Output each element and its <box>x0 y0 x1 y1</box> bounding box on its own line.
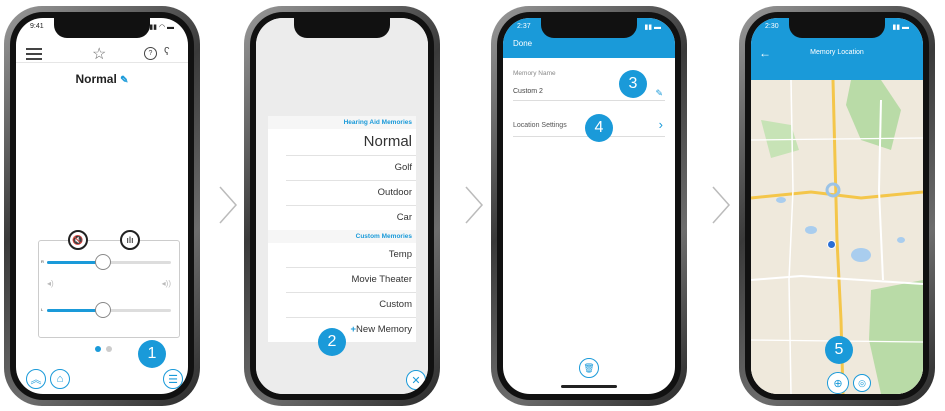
map-view[interactable]: 5 ⊕ ◎ <box>751 80 923 394</box>
status-time: 2:37 <box>517 23 531 30</box>
memory-title[interactable]: Normal ✎ <box>16 72 188 86</box>
crosshair-icon: ◎ <box>858 377 866 388</box>
notch <box>294 18 390 38</box>
status-time: 9:41 <box>30 23 44 30</box>
status-time: 2:30 <box>765 23 779 30</box>
slider-right[interactable] <box>47 254 171 270</box>
next-arrow <box>465 186 484 224</box>
page-dot-active[interactable] <box>95 346 101 352</box>
add-location-pin-button[interactable]: ⊕ <box>827 372 849 394</box>
memory-name-input[interactable]: Custom 2 <box>513 88 543 95</box>
next-arrow <box>219 186 238 224</box>
location-settings-row[interactable]: Location Settings <box>513 122 567 129</box>
menu-icon[interactable] <box>26 48 42 60</box>
memory-item-temp[interactable]: Temp <box>286 243 416 268</box>
step-badge-4: 4 <box>585 114 613 142</box>
page-dot[interactable] <box>106 346 112 352</box>
section-header-hearing: Hearing Aid Memories <box>268 116 416 129</box>
recenter-button[interactable]: ◎ <box>853 374 871 392</box>
new-memory-label: New Memory <box>356 324 412 335</box>
double-chevron-up-icon: ︽ <box>30 374 42 386</box>
memory-item-car[interactable]: Car <box>286 206 416 230</box>
trash-icon: 🗑 <box>583 362 595 373</box>
phone-frame-1: 9:41 ▮▮ ◠ ▬ ☆ ? ʕ Normal ✎ 🔇 ılı R ◂) ◂)… <box>4 6 200 406</box>
memory-title-text: Normal <box>75 72 117 86</box>
home-icon: ⌂ <box>56 373 64 385</box>
screen-main-program: 9:41 ▮▮ ◠ ▬ ☆ ? ʕ Normal ✎ 🔇 ılı R ◂) ◂)… <box>16 18 188 394</box>
brand-logo-icon: ☆ <box>92 46 107 63</box>
done-button[interactable]: Done <box>513 39 532 48</box>
status-icons: ▮▮ ▬ <box>644 24 661 31</box>
step-badge-5: 5 <box>825 336 853 364</box>
status-icons: ▮▮ ▬ <box>892 24 909 31</box>
phone-frame-3: 2:37 ▮▮ ▬ Done Memory Name Custom 2 ✎ 3 … <box>491 6 687 406</box>
home-indicator <box>561 385 617 388</box>
volume-low-icon: ◂) <box>47 279 54 288</box>
noise-reduction-icon[interactable]: ılı <box>120 230 140 250</box>
divider <box>513 100 665 101</box>
phone-bezel: 2:30 ▮▮ ▬ ← Memory Location 5 ⊕ ◎ <box>745 12 929 400</box>
memory-item-custom[interactable]: Custom <box>286 293 416 318</box>
slider-l-label: L <box>41 307 44 312</box>
phone-bezel: Hearing Aid Memories Normal Golf Outdoor… <box>250 12 434 400</box>
slider-left-knob[interactable] <box>94 302 111 318</box>
help-icon[interactable]: ? <box>144 47 157 60</box>
notch <box>54 18 150 38</box>
memory-item-golf[interactable]: Golf <box>286 156 416 181</box>
edit-pencil-icon[interactable]: ✎ <box>655 88 663 99</box>
screen-memory-settings: 2:37 ▮▮ ▬ Done Memory Name Custom 2 ✎ 3 … <box>503 18 675 394</box>
screen-memory-location: 2:30 ▮▮ ▬ ← Memory Location 5 ⊕ ◎ <box>751 18 923 394</box>
mute-icon[interactable]: 🔇 <box>68 230 88 250</box>
volume-high-icon: ◂)) <box>161 279 171 288</box>
memory-list-button[interactable]: ☰ <box>163 369 183 389</box>
step-badge-1: 1 <box>138 340 166 368</box>
screen-title: Memory Location <box>810 49 864 56</box>
memory-item-outdoor[interactable]: Outdoor <box>286 181 416 206</box>
notch <box>789 18 885 38</box>
phone-frame-4: 2:30 ▮▮ ▬ ← Memory Location 5 ⊕ ◎ <box>739 6 935 406</box>
status-icons: ▮▮ ◠ ▬ <box>149 24 174 31</box>
section-header-custom: Custom Memories <box>268 230 416 243</box>
toolbar-divider <box>16 62 188 63</box>
current-location-dot <box>827 240 836 249</box>
slider-left[interactable] <box>47 302 171 318</box>
phone-bezel: 9:41 ▮▮ ◠ ▬ ☆ ? ʕ Normal ✎ 🔇 ılı R ◂) ◂)… <box>10 12 194 400</box>
slider-r-label: R <box>41 259 44 264</box>
slider-right-knob[interactable] <box>94 254 111 270</box>
new-memory-button[interactable]: +New Memory <box>286 318 416 342</box>
edit-pencil-icon[interactable]: ✎ <box>120 75 128 86</box>
memory-item-normal[interactable]: Normal <box>286 129 416 156</box>
step-badge-2: 2 <box>318 328 346 356</box>
delete-button[interactable]: 🗑 <box>579 358 599 378</box>
step-badge-3: 3 <box>619 70 647 98</box>
home-button[interactable]: ⌂ <box>50 369 70 389</box>
phone-frame-2: Hearing Aid Memories Normal Golf Outdoor… <box>244 6 440 406</box>
phone-bezel: 2:37 ▮▮ ▬ Done Memory Name Custom 2 ✎ 3 … <box>497 12 681 400</box>
hearing-aid-icon[interactable]: ʕ <box>164 46 170 58</box>
memory-list: Hearing Aid Memories Normal Golf Outdoor… <box>268 116 416 342</box>
list-icon: ☰ <box>168 373 178 386</box>
volume-panel: R ◂) ◂)) L <box>38 240 180 338</box>
memory-item-movie-theater[interactable]: Movie Theater <box>286 268 416 293</box>
memory-name-label: Memory Name <box>513 70 556 77</box>
chevron-up-button[interactable]: ︽ <box>26 369 46 389</box>
screen-memory-list: Hearing Aid Memories Normal Golf Outdoor… <box>256 18 428 394</box>
location-pin-plus-icon: ⊕ <box>833 377 843 390</box>
close-button[interactable]: ✕ <box>406 370 426 390</box>
close-icon: ✕ <box>411 374 421 387</box>
chevron-right-icon[interactable]: › <box>659 117 663 132</box>
notch <box>541 18 637 38</box>
next-arrow <box>712 186 731 224</box>
